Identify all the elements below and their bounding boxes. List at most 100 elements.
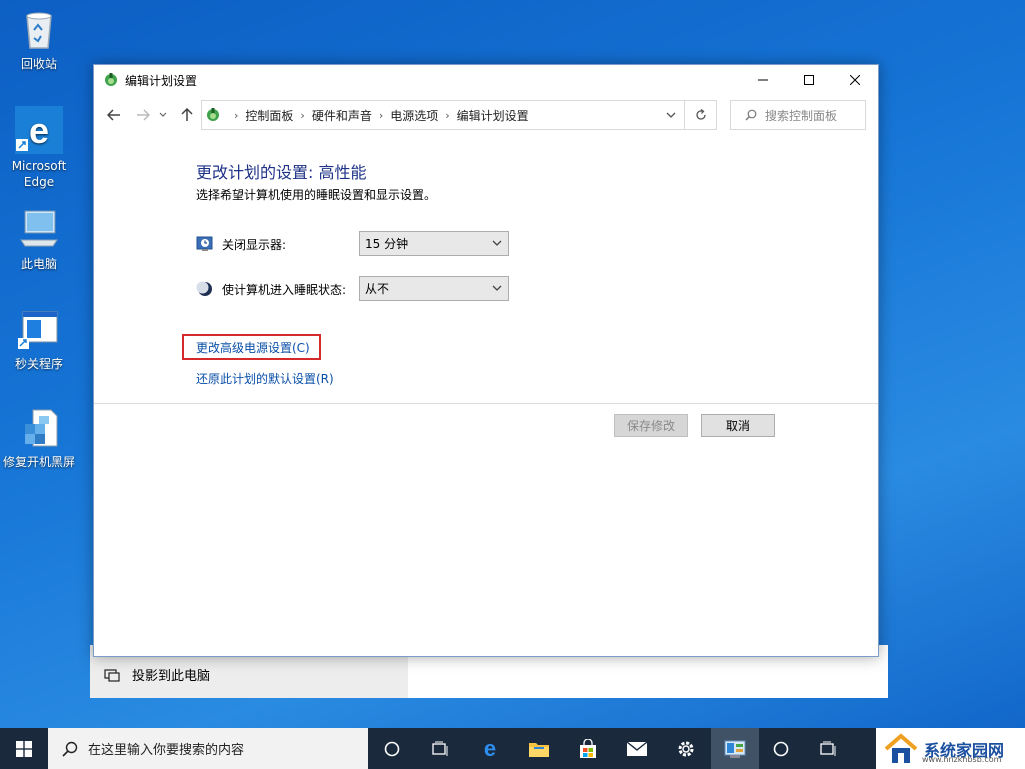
page-subtitle: 选择希望计算机使用的睡眠设置和显示设置。 bbox=[196, 188, 437, 202]
breadcrumb-hardware-sound[interactable]: 硬件和声音 bbox=[312, 107, 372, 124]
forward-button[interactable] bbox=[132, 104, 154, 126]
site-watermark: 系统家园网 www.hnzkhbsb.com bbox=[876, 728, 1025, 769]
cortana-button[interactable] bbox=[368, 728, 416, 769]
taskbar-control-panel-button[interactable] bbox=[711, 728, 759, 769]
desktop-icon-recycle-bin[interactable]: 回收站 bbox=[0, 8, 78, 72]
recent-locations-button[interactable] bbox=[156, 104, 170, 126]
select-value: 15 分钟 bbox=[365, 237, 409, 251]
sleep-moon-icon bbox=[196, 281, 212, 296]
store-icon bbox=[580, 738, 596, 758]
desktop-icon-quick-close[interactable]: 秒关程序 bbox=[0, 308, 78, 372]
app-window-icon bbox=[17, 308, 61, 352]
desktop-icon-edge[interactable]: e Microsoft Edge bbox=[0, 106, 78, 190]
desktop-icon-label: 秒关程序 bbox=[14, 357, 63, 371]
taskbar-edge-button[interactable]: e bbox=[466, 728, 514, 769]
projector-icon bbox=[104, 668, 120, 682]
breadcrumb-control-panel[interactable]: 控制面板 bbox=[245, 107, 293, 124]
close-button[interactable] bbox=[832, 65, 878, 95]
setting-display-off: 关闭显示器: bbox=[196, 235, 286, 253]
taskbar-search-box[interactable]: 在这里输入你要搜索的内容 bbox=[48, 728, 368, 769]
cortana-icon bbox=[384, 741, 400, 756]
search-icon bbox=[62, 741, 78, 757]
maximize-button[interactable] bbox=[786, 65, 832, 95]
up-button[interactable] bbox=[176, 104, 198, 126]
arrow-left-icon bbox=[107, 109, 120, 121]
nav-item-label: 投影到此电脑 bbox=[132, 669, 211, 684]
edit-plan-settings-window: 编辑计划设置 › 控制面板 › 硬件和声音 › 电源选项 › 编辑计划设置 搜索… bbox=[93, 64, 879, 657]
search-icon bbox=[745, 109, 757, 121]
svg-text:e: e bbox=[484, 738, 496, 760]
power-options-icon bbox=[207, 108, 219, 121]
save-changes-button[interactable]: 保存修改 bbox=[614, 414, 688, 437]
edge-icon: e bbox=[15, 106, 63, 154]
display-off-select[interactable]: 15 分钟 bbox=[359, 231, 509, 256]
chevron-down-icon bbox=[159, 112, 167, 117]
divider bbox=[94, 403, 878, 404]
breadcrumb-separator[interactable]: › bbox=[445, 109, 449, 122]
refresh-icon bbox=[695, 109, 706, 120]
watermark-url: www.hnzkhbsb.com bbox=[922, 755, 1002, 764]
nav-item-project-to-pc[interactable]: 投影到此电脑 bbox=[104, 665, 210, 684]
windows-logo-icon bbox=[16, 740, 32, 757]
taskbar-mail-button[interactable] bbox=[613, 728, 661, 769]
registry-icon bbox=[17, 406, 61, 450]
restore-defaults-link[interactable]: 还原此计划的默认设置(R) bbox=[196, 370, 334, 387]
computer-icon bbox=[17, 208, 61, 252]
task-view-button[interactable] bbox=[416, 728, 464, 769]
task-view-button-2[interactable] bbox=[804, 728, 852, 769]
address-bar[interactable]: › 控制面板 › 硬件和声音 › 电源选项 › 编辑计划设置 bbox=[201, 100, 685, 130]
refresh-button[interactable] bbox=[685, 100, 717, 130]
chevron-down-icon[interactable] bbox=[666, 112, 676, 119]
setting-label: 使计算机进入睡眠状态: bbox=[222, 282, 347, 297]
search-control-panel-input[interactable]: 搜索控制面板 bbox=[730, 100, 866, 130]
select-value: 从不 bbox=[365, 282, 390, 296]
power-options-icon bbox=[105, 73, 117, 86]
taskbar-search-placeholder: 在这里输入你要搜索的内容 bbox=[88, 743, 245, 758]
desktop-icon-label: 回收站 bbox=[20, 57, 57, 71]
taskbar-store-button[interactable] bbox=[564, 728, 612, 769]
page-title: 更改计划的设置: 高性能 bbox=[196, 163, 367, 182]
maximize-icon bbox=[804, 75, 814, 85]
arrow-up-icon bbox=[181, 108, 193, 121]
cortana-icon bbox=[773, 741, 789, 756]
title-bar[interactable]: 编辑计划设置 bbox=[94, 65, 878, 95]
setting-sleep: 使计算机进入睡眠状态: bbox=[196, 280, 346, 298]
arrow-right-icon bbox=[137, 109, 150, 121]
start-button[interactable] bbox=[0, 728, 48, 769]
file-explorer-icon bbox=[529, 742, 549, 757]
breadcrumb-power-options[interactable]: 电源选项 bbox=[390, 107, 438, 124]
sleep-select[interactable]: 从不 bbox=[359, 276, 509, 301]
taskbar: 在这里输入你要搜索的内容 e bbox=[0, 728, 1025, 769]
edge-icon: e bbox=[484, 738, 496, 760]
window-title: 编辑计划设置 bbox=[125, 73, 198, 88]
setting-label: 关闭显示器: bbox=[222, 237, 287, 252]
taskbar-settings-button[interactable] bbox=[662, 728, 710, 769]
desktop-icon-this-pc[interactable]: 此电脑 bbox=[0, 208, 78, 272]
breadcrumb-separator[interactable]: › bbox=[300, 109, 304, 122]
advanced-power-settings-link[interactable]: 更改高级电源设置(C) bbox=[196, 339, 310, 356]
search-placeholder: 搜索控制面板 bbox=[765, 108, 838, 123]
house-logo-icon bbox=[884, 732, 918, 763]
close-icon bbox=[850, 75, 860, 85]
settings-icon bbox=[678, 741, 694, 756]
display-timer-icon bbox=[196, 236, 213, 251]
breadcrumb-separator[interactable]: › bbox=[379, 109, 383, 122]
control-panel-icon bbox=[724, 740, 746, 758]
minimize-icon bbox=[758, 79, 768, 81]
desktop-icon-label: Microsoft Edge bbox=[11, 159, 67, 189]
svg-text:e: e bbox=[29, 110, 49, 151]
breadcrumb-edit-plan[interactable]: 编辑计划设置 bbox=[457, 107, 529, 124]
task-view-icon bbox=[820, 741, 836, 756]
taskbar-file-explorer-button[interactable] bbox=[515, 728, 563, 769]
desktop-icon-label: 此电脑 bbox=[20, 257, 57, 271]
cancel-button[interactable]: 取消 bbox=[701, 414, 775, 437]
recycle-bin-icon bbox=[17, 8, 61, 52]
breadcrumb-separator: › bbox=[234, 108, 239, 122]
back-button[interactable] bbox=[103, 104, 125, 126]
mail-icon bbox=[626, 740, 648, 756]
chevron-down-icon bbox=[492, 240, 502, 246]
chevron-down-icon bbox=[492, 285, 502, 291]
desktop-icon-fix-black-screen[interactable]: 修复开机黑屏 bbox=[0, 406, 78, 470]
cortana-button-2[interactable] bbox=[757, 728, 805, 769]
minimize-button[interactable] bbox=[740, 65, 786, 95]
